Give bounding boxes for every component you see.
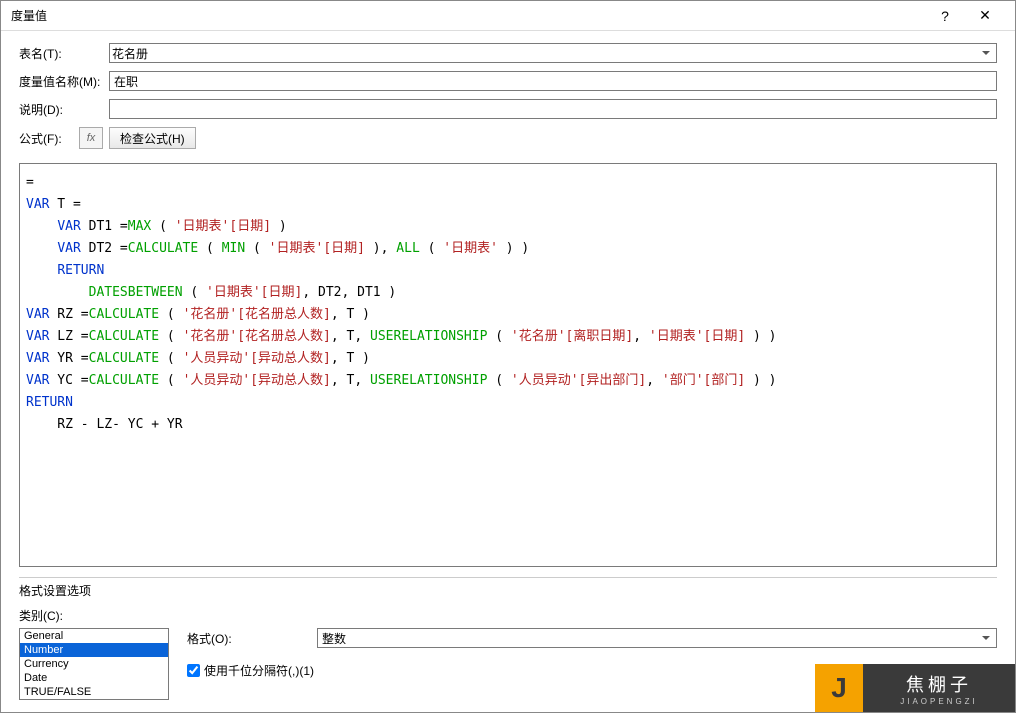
- table-name-label: 表名(T):: [19, 45, 109, 62]
- formula-label: 公式(F):: [19, 130, 79, 147]
- format-label: 格式(O):: [187, 630, 317, 647]
- table-name-select[interactable]: 花名册: [109, 43, 997, 63]
- watermark-logo: J 焦棚子 JIAOPENGZI: [815, 664, 1015, 712]
- format-select[interactable]: 整数: [317, 628, 997, 648]
- category-label: 类别(C):: [19, 607, 997, 624]
- category-item[interactable]: TRUE/FALSE: [20, 685, 168, 699]
- category-listbox[interactable]: GeneralNumberCurrencyDateTRUE/FALSE: [19, 628, 169, 700]
- check-formula-button[interactable]: 检查公式(H): [109, 127, 196, 149]
- thousand-separator-checkbox[interactable]: [187, 664, 200, 677]
- logo-en-text: JIAOPENGZI: [863, 697, 1015, 706]
- logo-icon: J: [815, 664, 863, 712]
- measure-name-input[interactable]: [109, 71, 997, 91]
- logo-cn-text: 焦棚子: [863, 671, 1015, 697]
- description-input[interactable]: [109, 99, 997, 119]
- formula-editor[interactable]: =VAR T = VAR DT1 =MAX ( '日期表'[日期] ) VAR …: [19, 163, 997, 567]
- description-label: 说明(D):: [19, 101, 109, 118]
- fx-button[interactable]: fx: [79, 127, 103, 149]
- category-item[interactable]: Number: [20, 643, 168, 657]
- close-button[interactable]: ✕: [965, 1, 1005, 31]
- category-item[interactable]: General: [20, 629, 168, 643]
- format-options-label: 格式设置选项: [19, 582, 997, 599]
- help-button[interactable]: ?: [925, 1, 965, 31]
- measure-name-label: 度量值名称(M):: [19, 73, 109, 90]
- category-item[interactable]: Currency: [20, 657, 168, 671]
- thousand-separator-label[interactable]: 使用千位分隔符(,)(1): [204, 662, 314, 679]
- category-item[interactable]: Date: [20, 671, 168, 685]
- dialog-window: 度量值 ? ✕ 表名(T): 花名册 度量值名称(M): 说明(D): 公式(F…: [0, 0, 1016, 713]
- titlebar: 度量值 ? ✕: [1, 1, 1015, 31]
- window-title: 度量值: [11, 7, 925, 24]
- dialog-content: 表名(T): 花名册 度量值名称(M): 说明(D): 公式(F): fx 检查…: [1, 31, 1015, 712]
